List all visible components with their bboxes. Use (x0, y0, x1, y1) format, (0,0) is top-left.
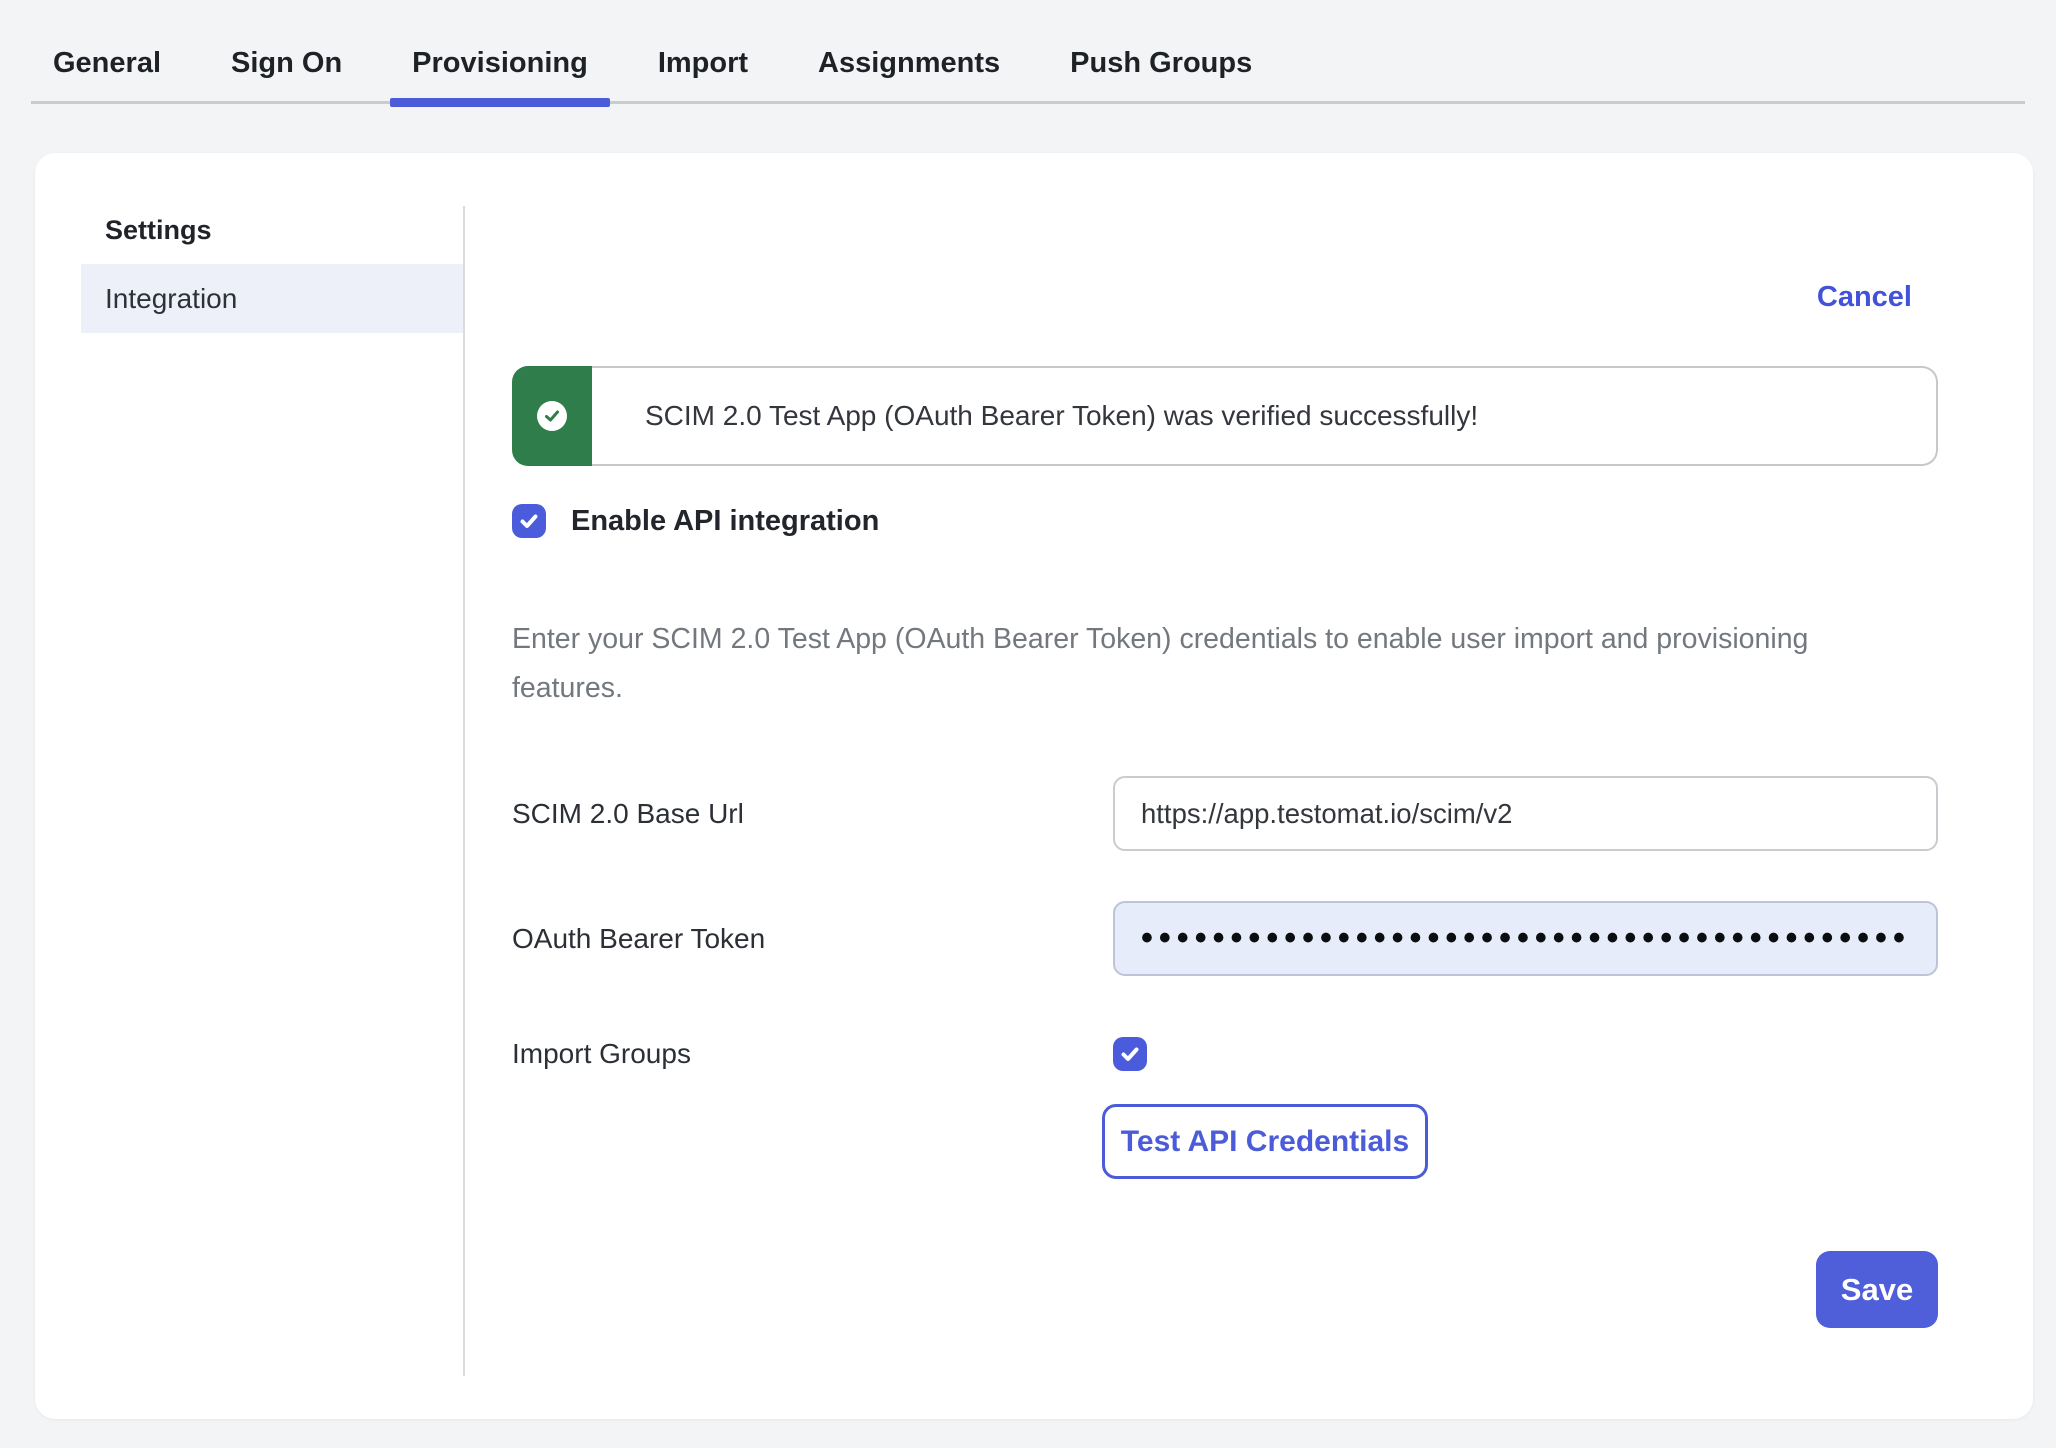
sidebar-divider (463, 206, 465, 1376)
success-check-icon (537, 401, 567, 431)
cancel-link[interactable]: Cancel (1817, 281, 1912, 314)
enable-api-integration-label: Enable API integration (571, 505, 879, 538)
token-row: OAuth Bearer Token (512, 901, 1938, 976)
provisioning-card: Settings Integration Cancel SCIM 2.0 Tes… (35, 153, 2033, 1419)
sidebar-item-label: Integration (105, 283, 237, 315)
success-banner-message: SCIM 2.0 Test App (OAuth Bearer Token) w… (645, 400, 1478, 432)
base-url-row: SCIM 2.0 Base Url (512, 776, 1938, 851)
token-label: OAuth Bearer Token (512, 923, 1113, 955)
token-input[interactable] (1113, 901, 1938, 976)
enable-api-integration-row: Enable API integration (512, 504, 879, 538)
sidebar-heading: Settings (105, 215, 212, 246)
success-banner: SCIM 2.0 Test App (OAuth Bearer Token) w… (512, 366, 1938, 466)
test-api-credentials-button[interactable]: Test API Credentials (1102, 1104, 1428, 1179)
tab-assignments[interactable]: Assignments (796, 26, 1022, 101)
base-url-label: SCIM 2.0 Base Url (512, 798, 1113, 830)
tab-sign-on[interactable]: Sign On (209, 26, 364, 101)
success-banner-body: SCIM 2.0 Test App (OAuth Bearer Token) w… (592, 366, 1938, 466)
tab-general[interactable]: General (31, 26, 183, 101)
app-tab-bar: General Sign On Provisioning Import Assi… (31, 0, 2025, 104)
success-icon-panel (512, 366, 592, 466)
checkmark-icon (1119, 1043, 1141, 1065)
credentials-description: Enter your SCIM 2.0 Test App (OAuth Bear… (512, 615, 1912, 713)
sidebar-item-integration[interactable]: Integration (81, 264, 463, 333)
tab-push-groups[interactable]: Push Groups (1048, 26, 1274, 101)
enable-api-integration-checkbox[interactable] (512, 504, 546, 538)
tab-import[interactable]: Import (636, 26, 770, 101)
save-button[interactable]: Save (1816, 1251, 1938, 1328)
import-groups-checkbox[interactable] (1113, 1037, 1147, 1071)
import-groups-row: Import Groups (512, 1037, 1938, 1071)
main-content: Cancel SCIM 2.0 Test App (OAuth Bearer T… (512, 153, 1938, 1419)
import-groups-label: Import Groups (512, 1038, 1113, 1070)
tab-provisioning[interactable]: Provisioning (390, 26, 610, 101)
base-url-input[interactable] (1113, 776, 1938, 851)
checkmark-icon (518, 510, 540, 532)
